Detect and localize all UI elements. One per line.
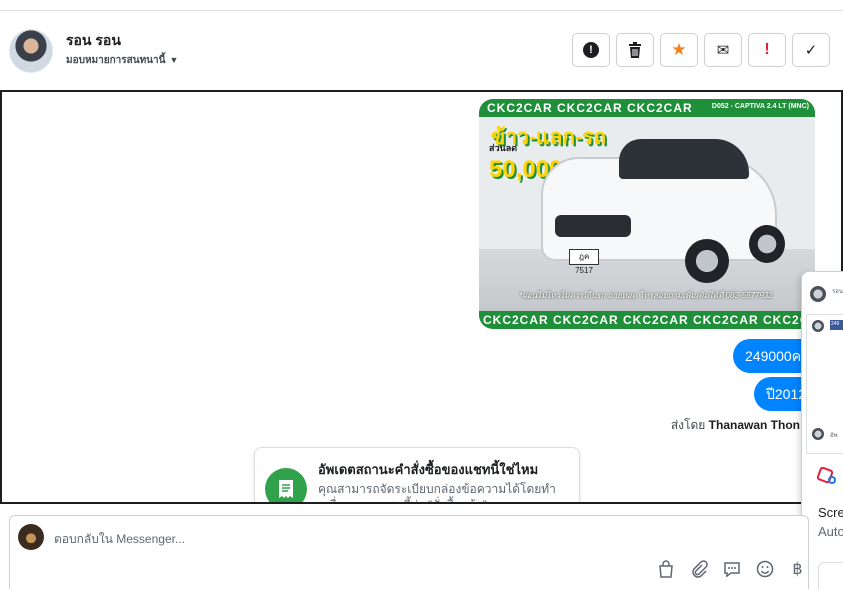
reply-composer[interactable]: ตอบกลับใน Messenger... ฿: [9, 515, 809, 589]
envelope-icon: ✉: [716, 42, 730, 59]
mini-avatar: [810, 286, 826, 302]
trash-icon: [629, 42, 641, 58]
contact-name[interactable]: รอน รอน: [66, 30, 121, 52]
banner-bottom: CKC2CAR CKC2CAR CKC2CAR CKC2CAR CKC2CAR …: [479, 311, 815, 329]
mini-avatar: [812, 320, 824, 332]
mini-name: รอน: [832, 289, 843, 295]
paperclip-icon: [691, 559, 708, 578]
car-wheel-front: [685, 239, 729, 283]
panel-button[interactable]: [818, 562, 843, 589]
promo-tagline: *ผ่อนไม่ไหวไม่ควรเก็บรถ ถ่ายทอด โทรสอบถา…: [519, 291, 773, 300]
notice-title: อัพเดตสถานะคำสั่งซื้อของแชทนี้ใช่ไหม: [318, 462, 539, 477]
mark-spam-button[interactable]: !: [572, 33, 610, 67]
panel-subtitle: Auto: [818, 524, 843, 539]
sent-by-label: ส่งโดย Thanawan Thon: [671, 416, 800, 435]
caret-down-icon: ▼: [169, 55, 179, 65]
reply-input[interactable]: ตอบกลับใน Messenger...: [54, 530, 185, 549]
notice-body: คุณสามารถจัดระเบียบกล่องข้อความได้โดยทำเ…: [318, 482, 556, 502]
car-windows: [619, 139, 749, 179]
emoji-icon: [756, 560, 773, 577]
checkmark-icon: ✓: [804, 42, 818, 59]
conversation-thread[interactable]: CKC2CAR CKC2CAR CKC2CAR D052 - CAPTIVA 2…: [0, 90, 843, 504]
mini-chip-text: 249: [831, 321, 840, 327]
assign-conversation-dropdown[interactable]: มอบหมายการสนทนานี้ ▼: [66, 53, 178, 68]
contact-avatar[interactable]: [9, 29, 53, 73]
star-button[interactable]: ★: [660, 33, 698, 67]
mark-done-button[interactable]: ✓: [792, 33, 830, 67]
page-avatar: [18, 524, 44, 550]
emoji-button[interactable]: [755, 559, 774, 578]
attach-button[interactable]: [689, 559, 708, 578]
conversation-header: รอน รอน มอบหมายการสนทนานี้ ▼ ! ★ ✉ ! ✓: [0, 11, 843, 91]
receipt-icon: [265, 468, 307, 502]
mark-unread-button[interactable]: ✉: [704, 33, 742, 67]
exclamation-icon: !: [764, 41, 770, 58]
car-wheel-rear: [749, 225, 785, 263]
saved-reply-button[interactable]: [722, 559, 741, 578]
mark-important-button[interactable]: !: [748, 33, 786, 67]
screenshot-app-icon-dot: [828, 476, 836, 484]
payment-button[interactable]: ฿: [788, 559, 807, 578]
panel-title: Scre: [818, 505, 843, 520]
car-grille: [555, 215, 631, 237]
assign-label: มอบหมายการสนทนานี้: [66, 55, 166, 66]
shopping-bag-icon: [658, 559, 673, 578]
order-status-notice[interactable]: อัพเดตสถานะคำสั่งซื้อของแชทนี้ใช่ไหม คุณ…: [254, 447, 580, 502]
star-icon: ★: [671, 40, 687, 59]
composer-tools: ฿: [656, 559, 807, 578]
saved-reply-icon: [723, 561, 740, 577]
shopping-bag-button[interactable]: [656, 559, 675, 578]
sender-name[interactable]: Thanawan Thon: [709, 418, 800, 432]
mini-text: อัพ: [830, 433, 838, 439]
conversation-actions: ! ★ ✉ ! ✓: [572, 33, 830, 67]
sent-by-prefix: ส่งโดย: [670, 418, 706, 432]
alert-circle-icon: !: [583, 42, 599, 58]
license-plate: ฎค 7517: [569, 249, 599, 275]
car-image-message[interactable]: CKC2CAR CKC2CAR CKC2CAR D052 - CAPTIVA 2…: [479, 99, 815, 329]
delete-button[interactable]: [616, 33, 654, 67]
baht-icon: ฿: [792, 560, 803, 578]
mini-chip: 249: [830, 320, 843, 330]
model-label: D052 - CAPTIVA 2.4 LT (MNC): [711, 103, 809, 110]
mini-avatar: [812, 428, 824, 440]
